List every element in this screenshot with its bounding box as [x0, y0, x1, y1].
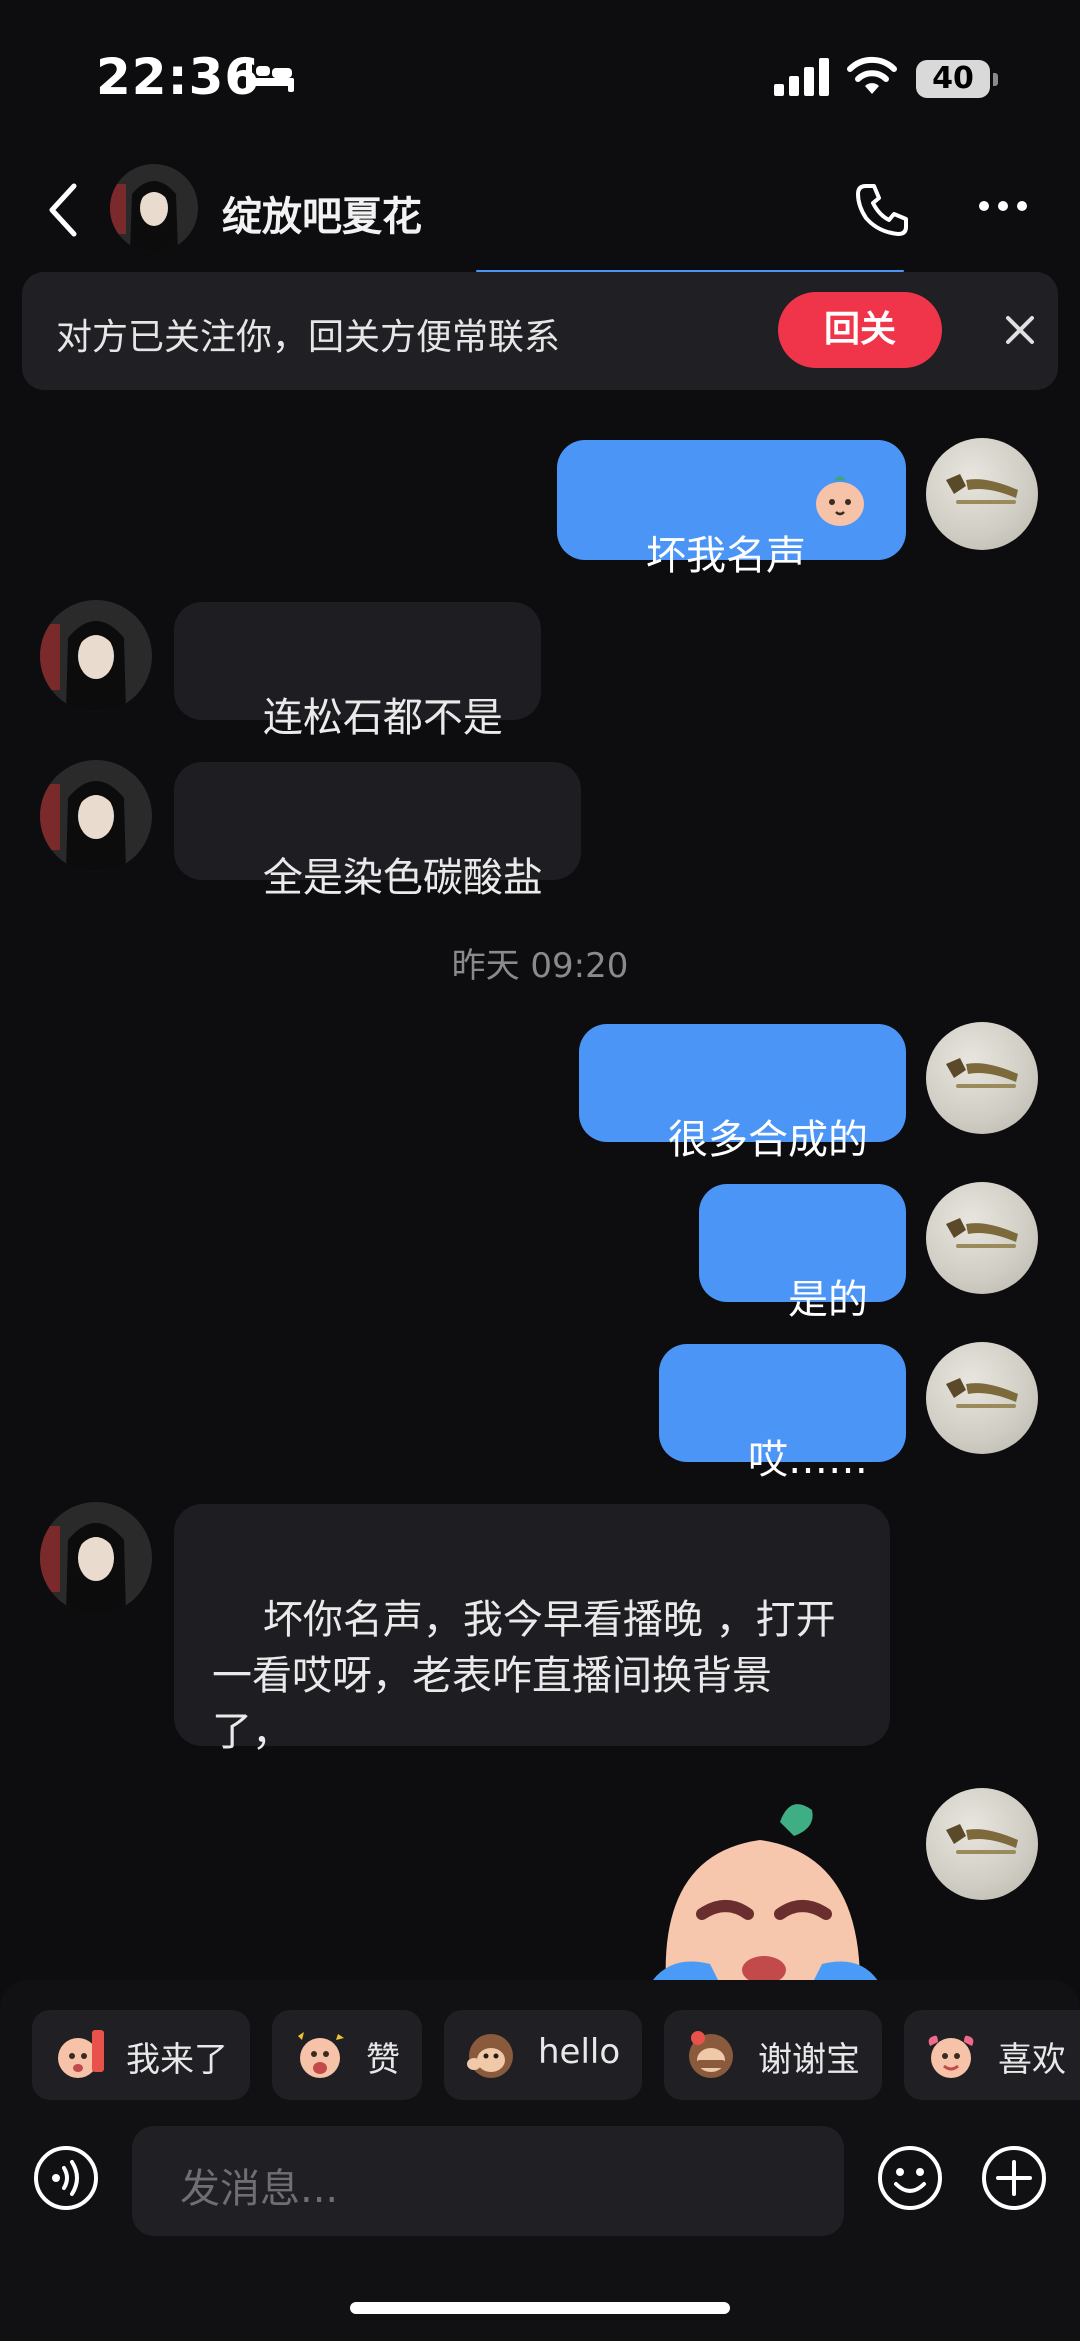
battery-tip: [993, 73, 998, 86]
add-attachment-icon[interactable]: [980, 2144, 1048, 2212]
sleep-focus-icon: [246, 62, 294, 92]
message-text: 很多合成的: [668, 1117, 868, 1163]
contact-avatar-image: [40, 1502, 152, 1614]
sticker-hello-icon: [467, 2034, 513, 2078]
my-avatar[interactable]: [926, 1182, 1038, 1294]
crying-peach-sticker-icon[interactable]: [630, 1794, 900, 1980]
my-avatar-logo: [946, 474, 1018, 504]
quick-reply-label: 喜欢: [998, 2040, 1066, 2080]
my-avatar-logo: [946, 1058, 1018, 1088]
wifi-icon: [847, 56, 897, 94]
cellular-signal-icon: [774, 58, 829, 96]
sticker-coming-icon: [58, 2030, 104, 2078]
sticker-like-icon: [298, 2032, 344, 2078]
follow-back-button[interactable]: 回关: [778, 292, 942, 368]
phone-call-icon[interactable]: [852, 180, 912, 240]
message-input-placeholder: 发消息...: [180, 2166, 339, 2212]
quick-reply-chip[interactable]: 喜欢: [904, 2010, 1080, 2100]
quick-reply-chip[interactable]: 赞: [272, 2010, 422, 2100]
quick-reply-chip[interactable]: 谢谢宝: [664, 2010, 882, 2100]
contact-avatar-image: [40, 760, 152, 872]
sticker-love-icon: [928, 2035, 974, 2078]
message-text: 是的: [788, 1277, 868, 1323]
contact-avatar-image: [110, 164, 198, 252]
contact-avatar-in-chat[interactable]: [40, 600, 152, 712]
message-timestamp: 昨天 09:20: [451, 946, 629, 986]
message-text: 连松石都不是: [262, 695, 503, 741]
contact-name[interactable]: 绽放吧夏花: [222, 184, 422, 242]
my-avatar-logo: [946, 1378, 1018, 1408]
contact-avatar-in-chat[interactable]: [40, 1502, 152, 1614]
emoji-peach-face-icon: [816, 476, 864, 526]
status-bar: 22:36 40: [0, 0, 1080, 150]
message-text: 坏我名声: [646, 533, 806, 579]
message-text: 哎……: [748, 1437, 868, 1483]
back-arrow-icon[interactable]: [40, 180, 84, 240]
sticker-thanks-icon: [689, 2031, 733, 2078]
my-avatar[interactable]: [926, 1788, 1038, 1900]
follow-back-text: 对方已关注你，回关方便常联系: [56, 317, 561, 358]
contact-avatar[interactable]: [110, 164, 198, 252]
quick-reply-chip[interactable]: 我来了: [32, 2010, 250, 2100]
follow-back-banner: 对方已关注你，回关方便常联系 回关: [22, 272, 1058, 390]
emoji-picker-icon[interactable]: [876, 2144, 944, 2212]
my-avatar-logo: [946, 1218, 1018, 1248]
message-text: 全是染色碳酸盐: [262, 855, 543, 901]
message-bubble-mine[interactable]: 是的: [699, 1184, 906, 1323]
quick-reply-bar[interactable]: 我来了 赞 hello 谢谢宝 喜欢: [0, 2010, 1080, 2102]
chat-header: 绽放吧夏花: [0, 150, 1080, 270]
my-avatar-logo: [946, 1824, 1018, 1854]
composer-panel: 我来了 赞 hello 谢谢宝 喜欢 发消息...: [0, 1980, 1080, 2341]
my-avatar[interactable]: [926, 1342, 1038, 1454]
message-bubble-mine[interactable]: 哎……: [659, 1344, 906, 1483]
message-text: 坏你名声，我今早看播晚 ，打开 一看哎呀，老表咋直播间换背景 了，: [212, 1597, 836, 1755]
message-bubble-theirs[interactable]: 全是染色碳酸盐: [174, 762, 581, 901]
message-list[interactable]: 坏我名声 连松石都不是 全是染色碳酸盐 昨天 09:20 很多合成的 是的 哎……: [0, 270, 1080, 1980]
message-bubble-theirs[interactable]: 连松石都不是: [174, 602, 541, 741]
quick-reply-label: 赞: [366, 2040, 400, 2080]
contact-avatar-image: [40, 600, 152, 712]
voice-input-icon[interactable]: [32, 2144, 100, 2212]
battery-level: 40: [916, 60, 990, 98]
contact-avatar-in-chat[interactable]: [40, 760, 152, 872]
message-bubble-mine[interactable]: 很多合成的: [579, 1024, 906, 1163]
message-bubble-theirs[interactable]: 坏你名声，我今早看播晚 ，打开 一看哎呀，老表咋直播间换背景 了，: [174, 1504, 890, 1755]
quick-reply-label: 我来了: [126, 2040, 228, 2080]
quick-reply-label: hello: [538, 2032, 621, 2072]
home-indicator[interactable]: [350, 2302, 730, 2314]
quick-reply-chip[interactable]: hello: [444, 2010, 642, 2100]
close-icon[interactable]: [1000, 310, 1040, 350]
status-time: 22:36: [96, 48, 261, 106]
my-avatar[interactable]: [926, 438, 1038, 550]
more-options-icon[interactable]: [978, 200, 1028, 212]
my-avatar[interactable]: [926, 1022, 1038, 1134]
quick-reply-label: 谢谢宝: [758, 2040, 860, 2080]
message-input[interactable]: 发消息...: [132, 2126, 844, 2236]
